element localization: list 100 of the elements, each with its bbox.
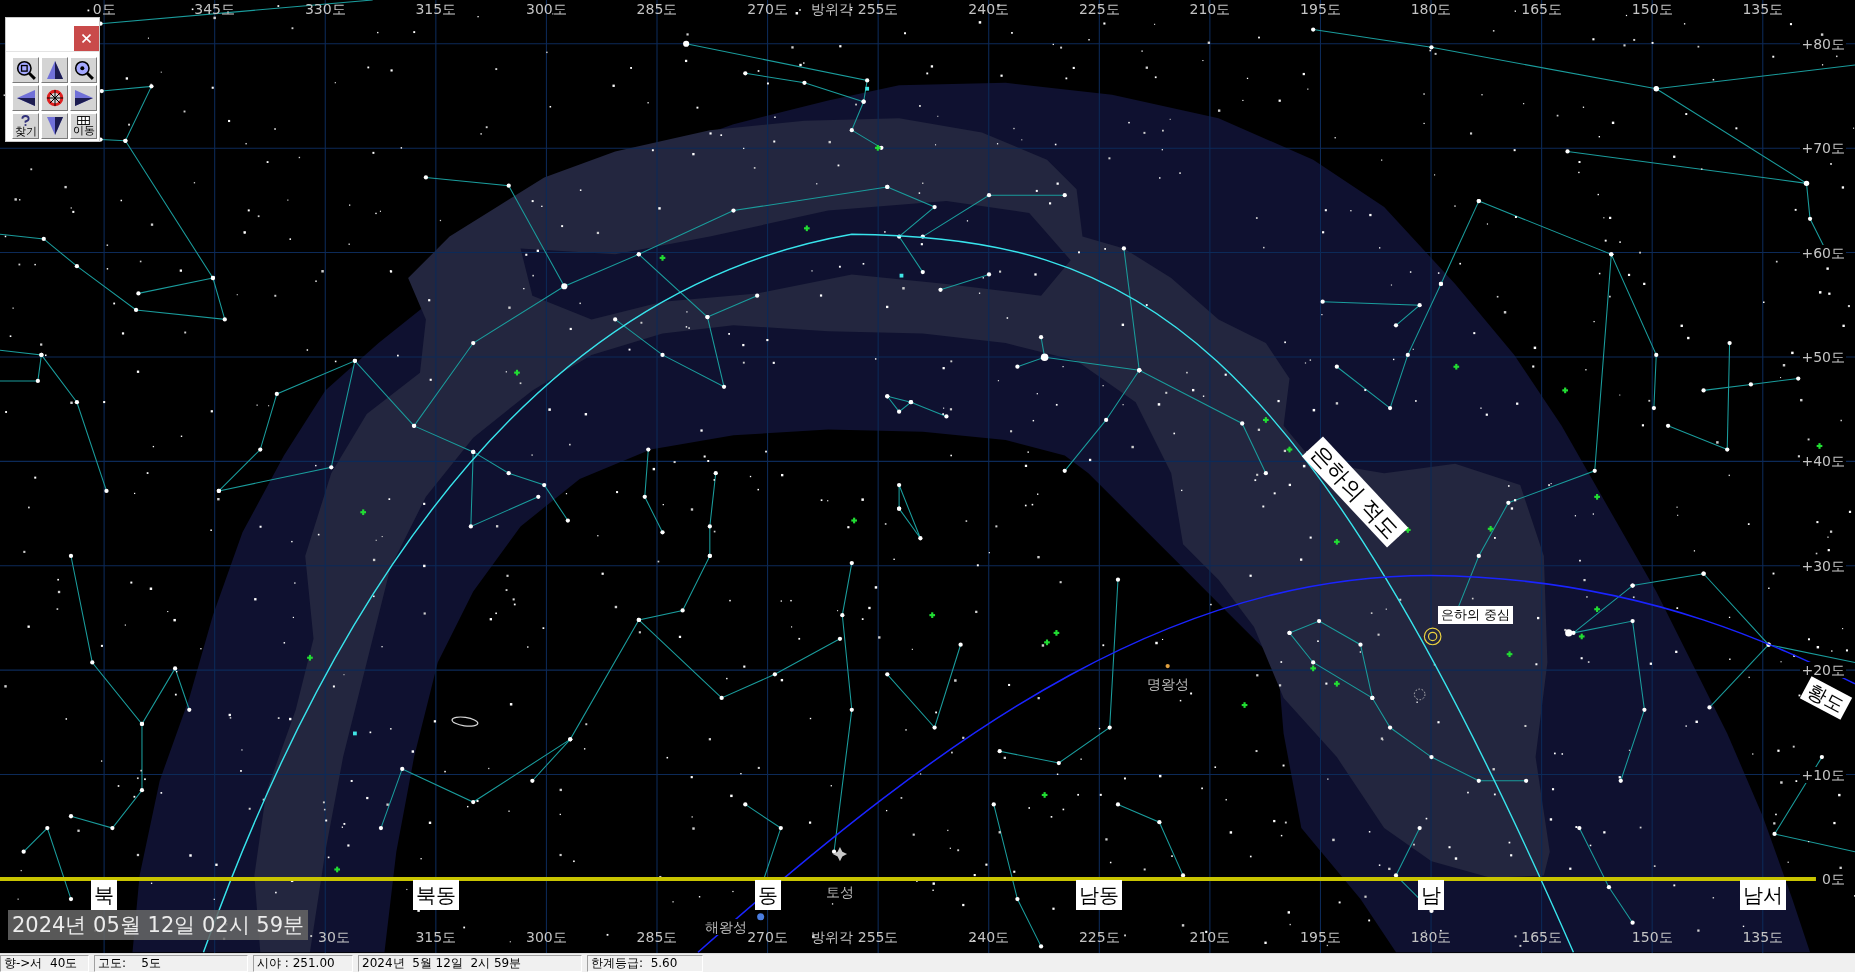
grid-icon xyxy=(77,116,90,125)
azimuth-label: 240도 xyxy=(968,1,1010,17)
azimuth-label: 300도 xyxy=(526,1,567,17)
cross-marker-icon xyxy=(1594,494,1600,500)
azimuth-label: 300도 xyxy=(526,929,567,945)
direction-label: 남 xyxy=(1418,880,1445,910)
cross-marker-icon xyxy=(1506,651,1513,657)
altitude-label: +40도 xyxy=(1800,453,1846,470)
cross-marker-icon xyxy=(360,509,367,516)
question-mark-icon xyxy=(21,115,30,126)
azimuth-label: 195도 xyxy=(1300,1,1341,17)
azimuth-label: 165도 xyxy=(1521,929,1562,945)
right-triangle-icon xyxy=(74,90,93,106)
azimuth-label: 315도 xyxy=(415,929,457,945)
planet-label: 명왕성 xyxy=(1146,676,1190,692)
zoom-out-button[interactable] xyxy=(70,57,97,83)
center-view-button[interactable] xyxy=(41,85,68,111)
cross-marker-icon xyxy=(1487,525,1494,532)
move-button[interactable]: 이동 xyxy=(70,113,97,139)
cross-marker-icon xyxy=(804,225,810,232)
pan-right-button[interactable] xyxy=(70,85,97,111)
azimuth-label: 255도 xyxy=(857,1,899,17)
azimuth-label: 165도 xyxy=(1521,1,1562,17)
constellation-line xyxy=(940,273,990,291)
azimuth-label: 210도 xyxy=(1189,929,1231,945)
cross-marker-icon xyxy=(1578,633,1585,640)
galactic-center-label: 은하의 중심 xyxy=(1438,606,1514,624)
azimuth-label: 225도 xyxy=(1078,929,1120,945)
close-button[interactable] xyxy=(74,26,99,51)
down-triangle-icon xyxy=(46,117,63,135)
azimuth-label: 195도 xyxy=(1300,929,1341,945)
close-icon xyxy=(82,34,91,43)
direction-label: 남서 xyxy=(1739,880,1786,910)
zoom-out-icon xyxy=(73,60,94,80)
azimuth-label: 135도 xyxy=(1742,1,1784,17)
azimuth-label: 270도 xyxy=(747,1,788,17)
direction-label: 남동 xyxy=(1076,880,1123,910)
cross-marker-icon xyxy=(1041,792,1048,798)
status-field: 시야 : 251.00 xyxy=(253,954,353,972)
direction-label: 북동 xyxy=(412,880,459,910)
direction-label: 북 xyxy=(91,880,118,910)
zoom-in-icon xyxy=(15,60,36,80)
cross-marker-icon xyxy=(1562,387,1568,394)
azimuth-label: 255도 xyxy=(857,929,899,945)
cross-marker-icon xyxy=(1286,446,1293,453)
azimuth-label: 315도 xyxy=(415,1,457,17)
azimuth-caption: 방위각 xyxy=(810,929,853,945)
cross-marker-icon xyxy=(1816,443,1823,449)
cross-marker-icon xyxy=(334,866,340,873)
cross-marker-icon xyxy=(1263,417,1269,423)
altitude-label: +70도 xyxy=(1800,140,1846,157)
cross-marker-icon xyxy=(1594,606,1600,613)
cross-marker-icon xyxy=(1310,665,1316,672)
azimuth-label: 285도 xyxy=(636,929,678,945)
cross-marker-icon xyxy=(514,369,520,376)
planet-dot-icon xyxy=(1165,663,1170,669)
status-field: 한계등급: 5.60 xyxy=(587,954,703,972)
date-time-overlay: 2024년 05월 12일 02시 59분 xyxy=(8,910,309,940)
galaxy-ellipse-icon xyxy=(451,716,479,727)
cross-marker-icon xyxy=(1334,680,1340,687)
status-field: 향->서 40도 xyxy=(0,954,89,972)
star-marker-icon xyxy=(832,847,848,862)
azimuth-label: 225도 xyxy=(1078,1,1120,17)
altitude-label: +60도 xyxy=(1800,244,1846,261)
dotted-circle-icon xyxy=(1413,688,1426,701)
direction-label: 동 xyxy=(754,880,781,910)
cross-marker-icon xyxy=(1241,702,1248,708)
status-field: 고도: 5도 xyxy=(94,954,248,972)
cross-marker-icon xyxy=(874,145,881,151)
zoom-in-button[interactable] xyxy=(12,57,39,83)
pan-left-button[interactable] xyxy=(12,85,39,111)
azimuth-label: 210도 xyxy=(1189,1,1231,17)
pan-up-button[interactable] xyxy=(41,57,68,83)
azimuth-label: 180도 xyxy=(1410,1,1452,17)
cross-marker-icon xyxy=(1044,639,1050,646)
cross-marker-icon xyxy=(1334,538,1340,545)
constellation-line xyxy=(898,484,921,539)
azimuth-label: 150도 xyxy=(1631,929,1673,945)
azimuth-label: 150도 xyxy=(1631,1,1673,17)
azimuth-label: 0도 xyxy=(92,1,116,17)
pan-down-button[interactable] xyxy=(41,113,68,139)
constellation-line xyxy=(910,401,947,417)
cross-marker-icon xyxy=(1453,363,1460,370)
planet-label: 토성 xyxy=(825,884,855,900)
sky-line-label: 황도 xyxy=(1799,676,1853,720)
azimuth-label: 285도 xyxy=(636,1,678,17)
azimuth-caption: 방위각 xyxy=(810,1,853,17)
planet-dot-icon xyxy=(757,913,765,921)
left-triangle-icon xyxy=(16,90,35,106)
crosshair-icon xyxy=(45,89,64,107)
find-button[interactable]: 찾기 xyxy=(12,113,39,139)
up-triangle-icon xyxy=(46,61,63,79)
azimuth-label: 135도 xyxy=(1742,929,1784,945)
azimuth-label: 270도 xyxy=(747,929,788,945)
cross-marker-icon xyxy=(307,654,313,661)
azimuth-label: 30도 xyxy=(318,929,350,945)
altitude-label: +20도 xyxy=(1800,662,1846,679)
cross-marker-icon xyxy=(659,255,666,261)
cross-marker-icon xyxy=(929,612,936,618)
azimuth-label: 180도 xyxy=(1410,929,1452,945)
